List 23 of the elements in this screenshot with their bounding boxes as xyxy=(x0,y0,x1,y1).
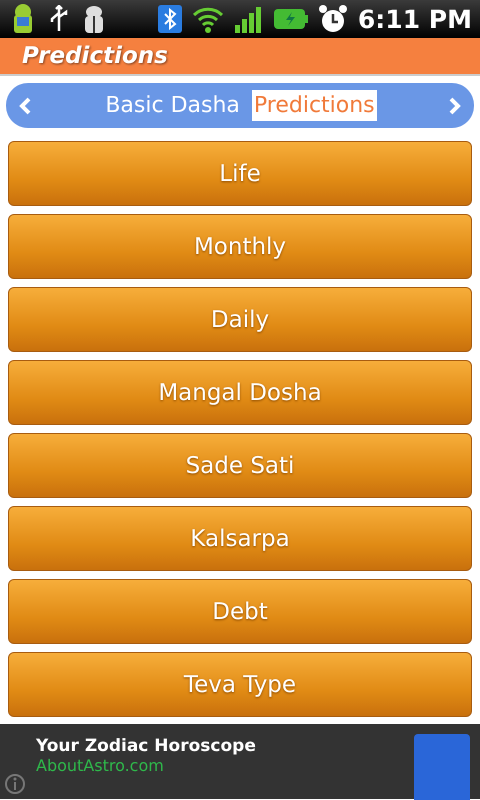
tab[interactable]: Basic Dasha xyxy=(103,90,242,121)
menu-button[interactable]: Kalsarpa xyxy=(8,506,472,571)
bluetooth-icon xyxy=(158,5,182,33)
signal-icon xyxy=(234,5,264,33)
ad-link[interactable]: AboutAstro.com xyxy=(36,756,480,775)
menu-button[interactable]: Life xyxy=(8,141,472,206)
menu-button[interactable]: Debt xyxy=(8,579,472,644)
chevron-left-icon[interactable] xyxy=(18,96,32,114)
screen-title: Predictions xyxy=(22,43,168,69)
alarm-clock-icon xyxy=(318,4,348,34)
menu-button[interactable]: Mangal Dosha xyxy=(8,360,472,425)
status-time: 6:11 PM xyxy=(358,4,472,34)
menu-button[interactable]: Daily xyxy=(8,287,472,352)
battery-icon xyxy=(274,8,308,30)
chevron-right-icon[interactable] xyxy=(448,96,462,114)
wifi-icon xyxy=(192,5,224,33)
info-icon[interactable] xyxy=(4,773,26,795)
menu-button[interactable]: Sade Sati xyxy=(8,433,472,498)
menu-button[interactable]: Teva Type xyxy=(8,652,472,717)
ad-title: Your Zodiac Horoscope xyxy=(36,736,257,756)
menu-button[interactable]: Monthly xyxy=(8,214,472,279)
tab[interactable]: Predictions xyxy=(252,90,377,121)
ad-banner[interactable]: Your Zodiac Horoscope AboutAstro.com xyxy=(0,724,480,799)
